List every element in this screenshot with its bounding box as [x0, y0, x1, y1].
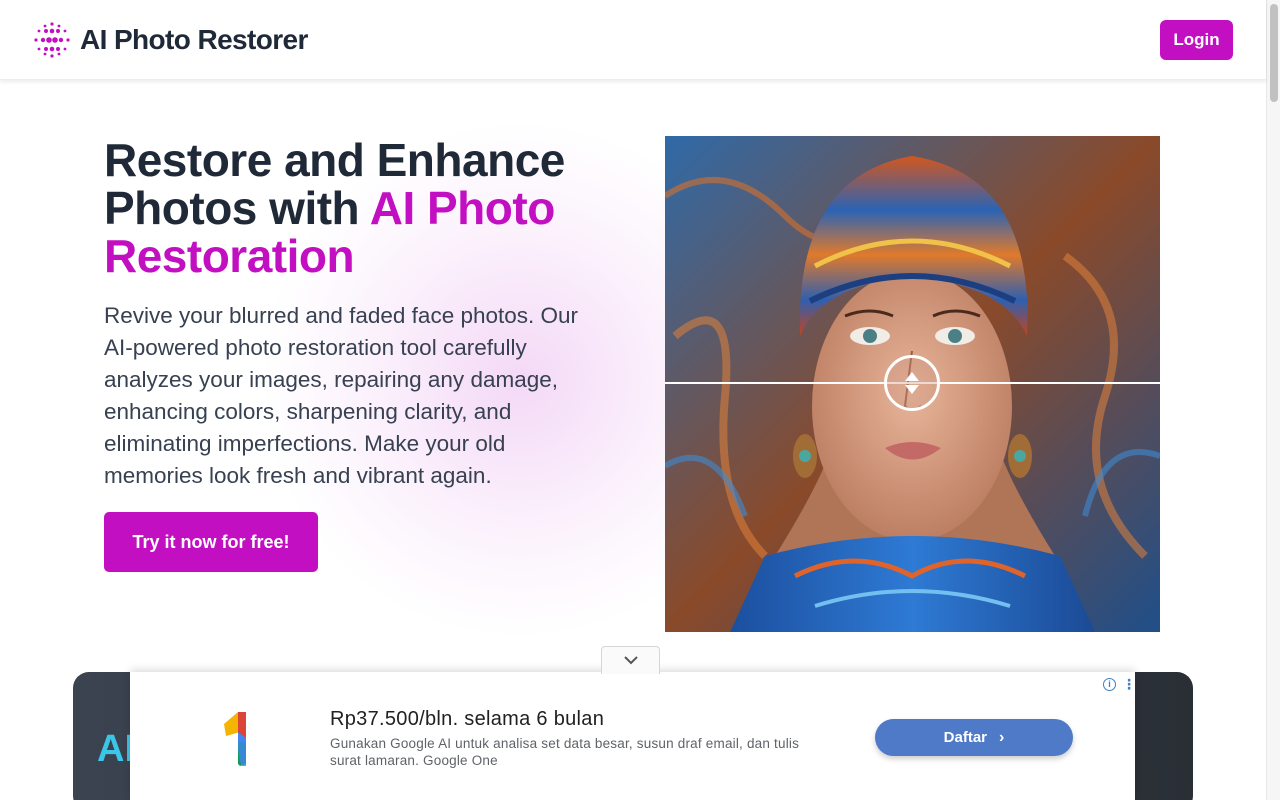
brand-logo[interactable]: AI Photo Restorer	[32, 20, 308, 60]
login-button[interactable]: Login	[1160, 20, 1233, 60]
dotted-sphere-icon	[34, 22, 70, 58]
ad-signup-button[interactable]: Daftar ›	[875, 719, 1073, 756]
arrow-down-icon	[905, 385, 919, 394]
try-free-button[interactable]: Try it now for free!	[104, 512, 318, 572]
chevron-down-icon	[623, 656, 638, 665]
brand-name: AI Photo Restorer	[80, 24, 308, 55]
ad-choices[interactable]: i ⋮	[1103, 677, 1136, 691]
chevron-right-icon: ›	[999, 728, 1005, 746]
hero-title: Restore and Enhance Photos with AI Photo…	[104, 136, 644, 280]
ad-signup-label: Daftar	[943, 729, 988, 746]
ad-body-text[interactable]: Gunakan Google AI untuk analisa set data…	[330, 735, 830, 769]
comparison-slider-handle[interactable]	[884, 355, 940, 411]
scrollbar-thumb[interactable]	[1270, 4, 1278, 102]
more-options-icon[interactable]: ⋮	[1122, 677, 1136, 691]
google-one-logo	[224, 712, 246, 766]
arrow-up-icon	[905, 372, 919, 381]
site-header: AI Photo Restorer Login	[0, 0, 1266, 80]
page-scrollbar[interactable]	[1266, 0, 1280, 800]
info-icon[interactable]: i	[1103, 677, 1116, 691]
ad-banner[interactable]: Rp37.500/bln. selama 6 bulan Gunakan Goo…	[130, 672, 1136, 800]
before-after-comparison[interactable]	[665, 136, 1160, 632]
hero-description: Revive your blurred and faded face photo…	[104, 303, 579, 488]
ad-collapse-toggle[interactable]	[601, 646, 660, 674]
ad-headline[interactable]: Rp37.500/bln. selama 6 bulan	[330, 708, 604, 731]
